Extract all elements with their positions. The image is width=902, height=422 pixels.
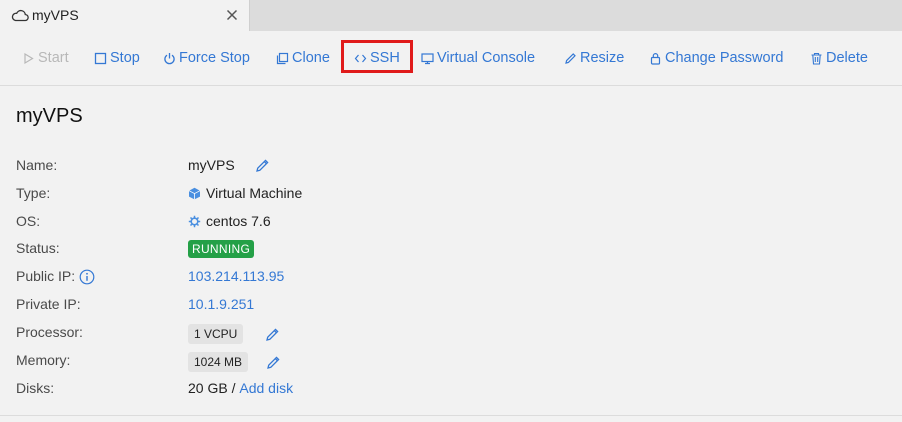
- lock-icon: [650, 52, 661, 65]
- disks-value-wrap: 20 GB / Add disk: [188, 380, 293, 396]
- edit-memory-icon[interactable]: [266, 355, 281, 370]
- private-ip-value-wrap: 10.1.9.251: [188, 296, 254, 312]
- ssh-highlight-box: [341, 40, 413, 73]
- os-value-wrap: centos 7.6: [188, 213, 271, 229]
- clone-label: Clone: [292, 50, 330, 66]
- disks-value: 20 GB: [188, 380, 228, 396]
- memory-label: Memory:: [16, 352, 71, 368]
- detail-row-public-ip: Public IP: 103.214.113.95: [0, 266, 902, 288]
- public-ip-label: Public IP:: [16, 268, 76, 284]
- trash-icon: [811, 52, 822, 65]
- change-password-label: Change Password: [665, 50, 784, 66]
- page-title: myVPS: [16, 105, 83, 127]
- memory-value-wrap: 1024 MB: [188, 352, 281, 372]
- delete-label: Delete: [826, 50, 868, 66]
- name-label: Name:: [16, 157, 58, 173]
- memory-chip: 1024 MB: [188, 352, 249, 372]
- cube-icon: [188, 187, 201, 199]
- resize-button[interactable]: Resize: [564, 49, 624, 67]
- processor-chip: 1 VCPU: [188, 324, 244, 344]
- add-disk-link[interactable]: Add disk: [239, 380, 293, 396]
- status-badge: RUNNING: [188, 240, 255, 258]
- play-icon: [24, 52, 34, 64]
- name-value-wrap: myVPS: [188, 157, 270, 173]
- stop-icon: [94, 52, 107, 64]
- start-label: Start: [38, 50, 69, 66]
- edit-name-icon[interactable]: [255, 158, 270, 173]
- public-ip-label-wrap: Public IP:: [16, 268, 95, 285]
- clone-button[interactable]: Clone: [276, 49, 330, 67]
- disks-label: Disks:: [16, 380, 55, 396]
- processor-value-wrap: 1 VCPU: [188, 324, 280, 344]
- processor-label: Processor:: [16, 324, 83, 340]
- force-stop-button[interactable]: Force Stop: [163, 49, 250, 67]
- stop-label: Stop: [110, 50, 140, 66]
- type-label: Type:: [16, 185, 51, 201]
- detail-row-private-ip: Private IP: 10.1.9.251: [0, 294, 902, 316]
- change-password-button[interactable]: Change Password: [649, 49, 784, 67]
- tab-myvps[interactable]: myVPS: [0, 0, 250, 31]
- detail-row-disks: Disks: 20 GB / Add disk: [0, 378, 902, 400]
- public-ip-link[interactable]: 103.214.113.95: [188, 268, 284, 284]
- detail-row-name: Name: myVPS: [0, 155, 902, 177]
- private-ip-link[interactable]: 10.1.9.251: [188, 296, 254, 312]
- os-value: centos 7.6: [206, 213, 271, 229]
- virtual-console-label: Virtual Console: [437, 50, 536, 66]
- detail-row-status: Status: RUNNING: [0, 238, 902, 260]
- status-value-wrap: RUNNING: [188, 240, 255, 258]
- pencil-icon: [565, 52, 576, 64]
- gear-icon: [188, 215, 201, 227]
- detail-row-memory: Memory: 1024 MB: [0, 350, 902, 372]
- tab-strip: myVPS: [0, 0, 902, 31]
- info-icon[interactable]: [79, 269, 95, 285]
- stop-button[interactable]: Stop: [94, 49, 140, 67]
- start-button[interactable]: Start: [22, 49, 69, 67]
- cloud-icon: [11, 9, 29, 22]
- status-label: Status:: [16, 240, 60, 256]
- type-value-wrap: Virtual Machine: [188, 185, 302, 201]
- clone-icon: [276, 52, 289, 64]
- type-value: Virtual Machine: [206, 185, 303, 201]
- close-icon[interactable]: [226, 9, 238, 21]
- detail-row-processor: Processor: 1 VCPU: [0, 322, 902, 344]
- edit-processor-icon[interactable]: [265, 327, 280, 342]
- detail-row-type: Type: Virtual Machine: [0, 183, 902, 205]
- private-ip-label: Private IP:: [16, 296, 81, 312]
- tab-title: myVPS: [32, 7, 79, 23]
- disks-separator: /: [227, 380, 240, 396]
- toolbar: Start Stop Force Stop Clone SSH Virtual …: [0, 31, 902, 86]
- force-stop-label: Force Stop: [179, 50, 250, 66]
- power-icon: [164, 52, 175, 64]
- detail-row-os: OS: centos 7.6: [0, 211, 902, 233]
- details-panel: myVPS Name: myVPS Type: Virtual Machine …: [0, 87, 902, 417]
- delete-button[interactable]: Delete: [810, 49, 868, 67]
- divider: [0, 415, 902, 416]
- monitor-icon: [421, 52, 434, 64]
- os-label: OS:: [16, 213, 41, 229]
- virtual-console-button[interactable]: Virtual Console: [421, 49, 535, 67]
- resize-label: Resize: [580, 50, 625, 66]
- name-value: myVPS: [188, 157, 235, 173]
- public-ip-value-wrap: 103.214.113.95: [188, 268, 284, 284]
